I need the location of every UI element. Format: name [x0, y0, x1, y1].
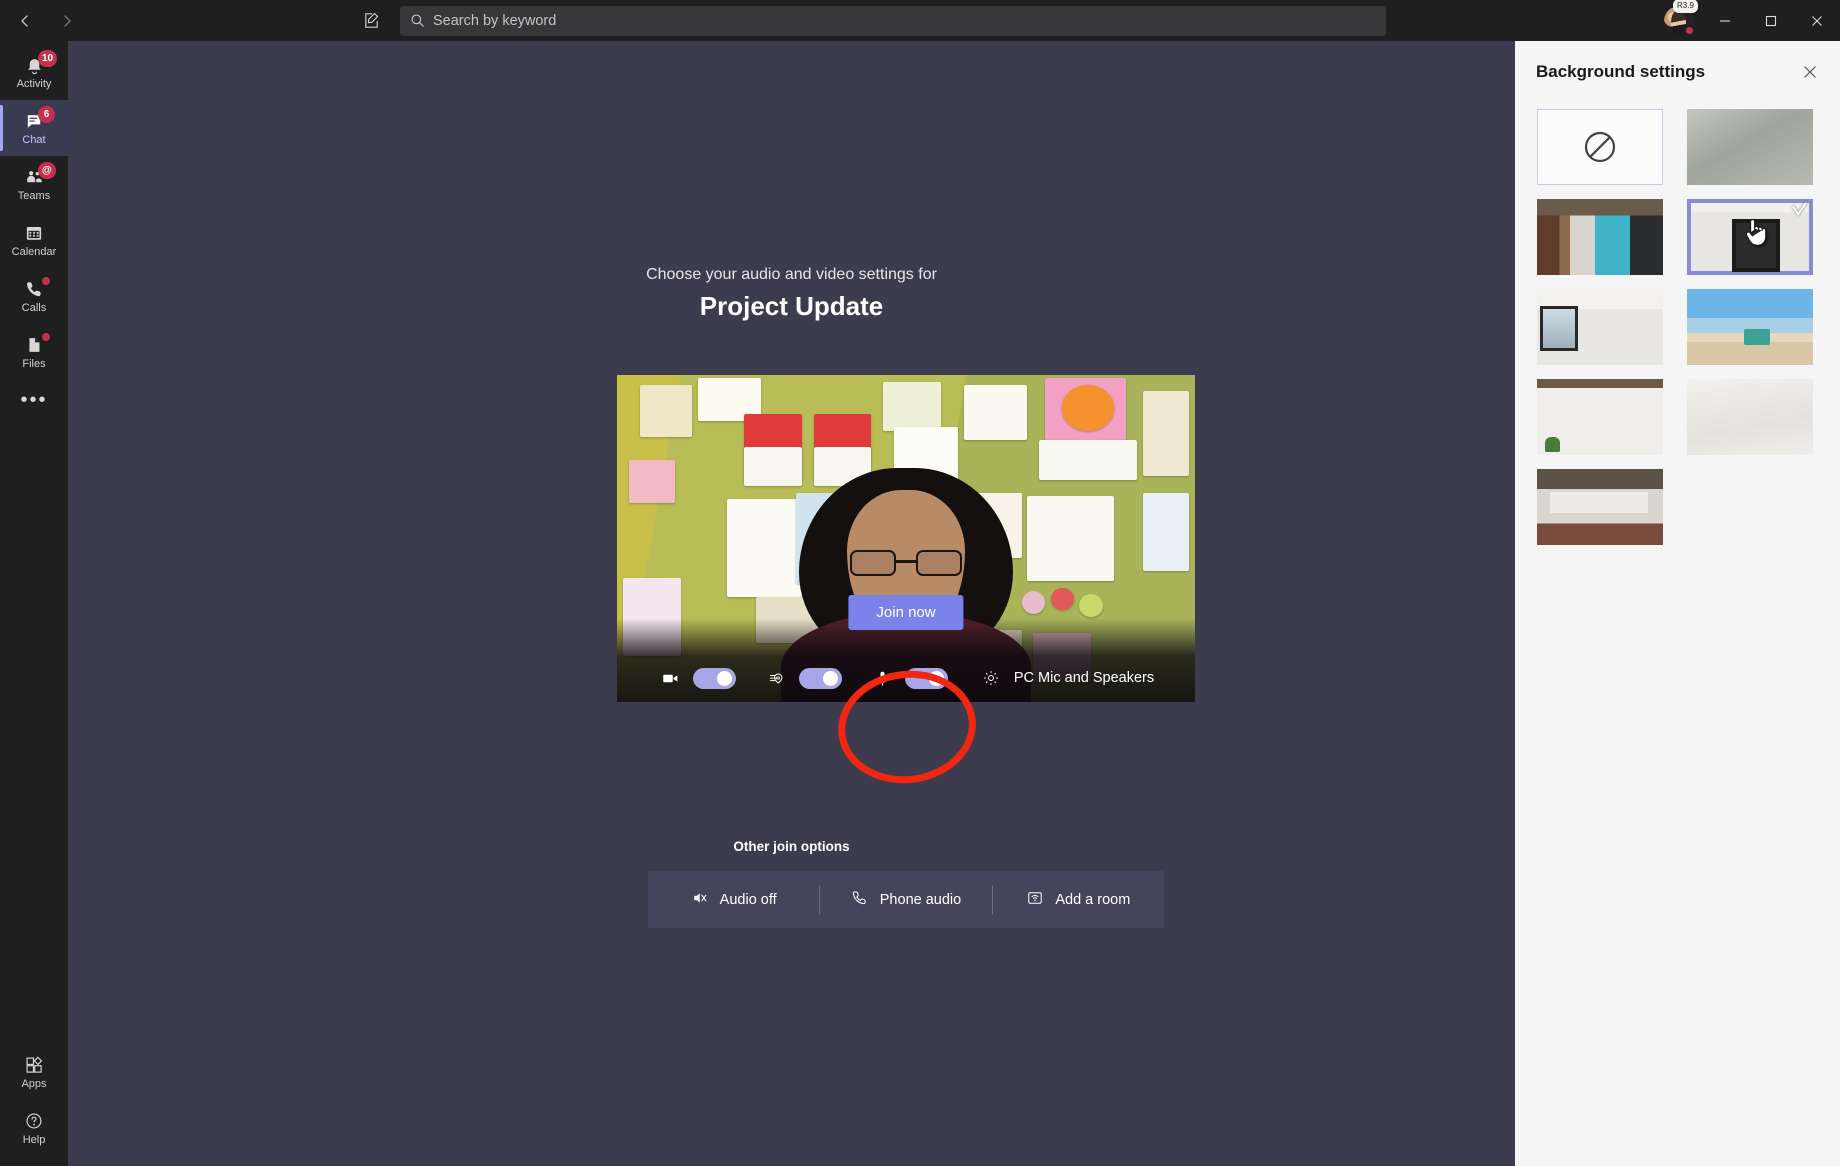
- camera-control: [658, 667, 736, 689]
- avatar[interactable]: R3.9: [1656, 0, 1702, 41]
- phone-icon: [24, 278, 44, 300]
- chevron-right-icon: [64, 14, 71, 27]
- panel-header: Background settings: [1515, 41, 1840, 103]
- calls-status-dot: [42, 277, 50, 285]
- files-status-dot: [42, 333, 50, 341]
- sidebar-item-files[interactable]: Files: [0, 324, 68, 380]
- background-effects-control: [764, 667, 842, 689]
- microphone-icon[interactable]: [870, 669, 896, 688]
- background-option-beach[interactable]: [1686, 289, 1813, 365]
- maximize-button[interactable]: [1748, 0, 1794, 41]
- close-panel-button[interactable]: [1796, 58, 1824, 86]
- sidebar-item-label: Activity: [16, 78, 52, 90]
- other-join-options-bar: Audio off Phone audio Add a room: [648, 871, 1164, 928]
- sidebar-item-label: Apps: [21, 1078, 47, 1090]
- microphone-toggle[interactable]: [904, 667, 948, 689]
- panel-title: Background settings: [1536, 62, 1706, 81]
- sidebar-item-calls[interactable]: Calls: [0, 268, 68, 324]
- sidebar-item-help[interactable]: Help: [0, 1100, 68, 1156]
- device-label: PC Mic and Speakers: [1013, 670, 1155, 686]
- add-a-room-button[interactable]: Add a room: [993, 871, 1164, 928]
- background-option-room-mirror[interactable]: [1686, 199, 1813, 275]
- meeting-title: Project Update: [699, 291, 884, 321]
- app-rail: Activity 10 Chat 6 Teams @ Calendar Call…: [0, 41, 68, 1166]
- chat-badge: 6: [38, 106, 55, 123]
- join-now-button[interactable]: Join now: [848, 595, 964, 630]
- background-option-plain-wall[interactable]: [1686, 379, 1813, 455]
- sidebar-item-calendar[interactable]: Calendar: [0, 212, 68, 268]
- main-stage: Choose your audio and video settings for…: [68, 41, 1515, 1166]
- other-join-options-title: Other join options: [733, 839, 850, 854]
- teams-mention-badge: @: [38, 162, 56, 179]
- sidebar-item-label: Chat: [22, 134, 46, 146]
- no-background-icon: [1584, 131, 1616, 163]
- minimize-button[interactable]: [1702, 0, 1748, 41]
- device-settings-button[interactable]: PC Mic and Speakers: [978, 669, 1154, 687]
- teams-window: R3.9 Activity 10: [0, 0, 1840, 1166]
- search-input[interactable]: [433, 12, 1376, 29]
- sidebar-item-activity[interactable]: Activity 10: [0, 44, 68, 100]
- sidebar-item-chat[interactable]: Chat 6: [0, 100, 68, 156]
- back-button[interactable]: [10, 6, 40, 36]
- title-bar-controls: R3.9: [1656, 0, 1840, 41]
- avatar-badge: R3.9: [1673, 0, 1698, 13]
- phone-audio-button[interactable]: Phone audio: [820, 871, 991, 928]
- file-icon: [24, 334, 44, 356]
- participant-glasses: [848, 550, 964, 576]
- search-bar[interactable]: [400, 5, 1386, 36]
- sidebar-item-label: Calendar: [11, 246, 57, 258]
- app-rail-top: Activity 10 Chat 6 Teams @ Calendar Call…: [0, 41, 68, 420]
- chevron-left-icon: [21, 14, 28, 27]
- prejoin-screen: Choose your audio and video settings for…: [68, 41, 1515, 1166]
- close-button[interactable]: [1794, 0, 1840, 41]
- search-icon: [410, 13, 425, 28]
- presence-busy-indicator: [1684, 25, 1695, 36]
- background-effects-toggle[interactable]: [798, 667, 842, 689]
- audio-off-button[interactable]: Audio off: [648, 871, 819, 928]
- more-apps-button[interactable]: •••: [0, 380, 68, 420]
- add-a-room-label: Add a room: [1055, 891, 1131, 908]
- sidebar-item-label: Help: [22, 1134, 46, 1146]
- compose-icon[interactable]: [360, 10, 382, 32]
- navigation-arrows: [10, 6, 90, 36]
- mouse-cursor-hand: [1742, 217, 1768, 254]
- activity-badge: 10: [38, 50, 58, 67]
- selected-check-icon: [1791, 202, 1808, 224]
- help-icon: [24, 1110, 44, 1132]
- video-preview[interactable]: Join now PC Mic and Speakers: [617, 375, 1195, 702]
- background-option-none[interactable]: [1537, 109, 1663, 185]
- camera-icon[interactable]: [658, 669, 684, 688]
- background-option-window-room[interactable]: [1537, 289, 1663, 365]
- microphone-control: [870, 667, 948, 689]
- video-controls: PC Mic and Speakers: [617, 654, 1195, 702]
- phone-audio-label: Phone audio: [879, 891, 962, 908]
- sidebar-item-label: Teams: [17, 190, 51, 202]
- background-option-plant-wall[interactable]: [1537, 379, 1663, 455]
- background-thumbnail-grid: [1515, 103, 1840, 545]
- background-settings-panel: Background settings: [1515, 41, 1840, 1166]
- gear-icon: [978, 669, 1004, 687]
- phone-icon: [851, 889, 869, 911]
- audio-off-label: Audio off: [719, 891, 777, 908]
- speaker-muted-icon: [691, 889, 709, 911]
- apps-icon: [24, 1054, 44, 1076]
- camera-toggle[interactable]: [692, 667, 736, 689]
- background-option-loft[interactable]: [1537, 469, 1663, 545]
- title-bar: R3.9: [0, 0, 1840, 41]
- prejoin-subtitle: Choose your audio and video settings for: [646, 266, 937, 283]
- sidebar-item-label: Files: [22, 358, 46, 370]
- forward-button[interactable]: [52, 6, 82, 36]
- background-option-office-lockers[interactable]: [1537, 199, 1663, 275]
- room-icon: [1026, 889, 1044, 911]
- title-bar-center: [90, 5, 1656, 36]
- sidebar-item-label: Calls: [21, 302, 47, 314]
- background-blur-icon[interactable]: [764, 669, 790, 688]
- sidebar-item-apps[interactable]: Apps: [0, 1044, 68, 1100]
- sidebar-item-teams[interactable]: Teams @: [0, 156, 68, 212]
- background-option-blur[interactable]: [1686, 109, 1813, 185]
- calendar-icon: [24, 222, 44, 244]
